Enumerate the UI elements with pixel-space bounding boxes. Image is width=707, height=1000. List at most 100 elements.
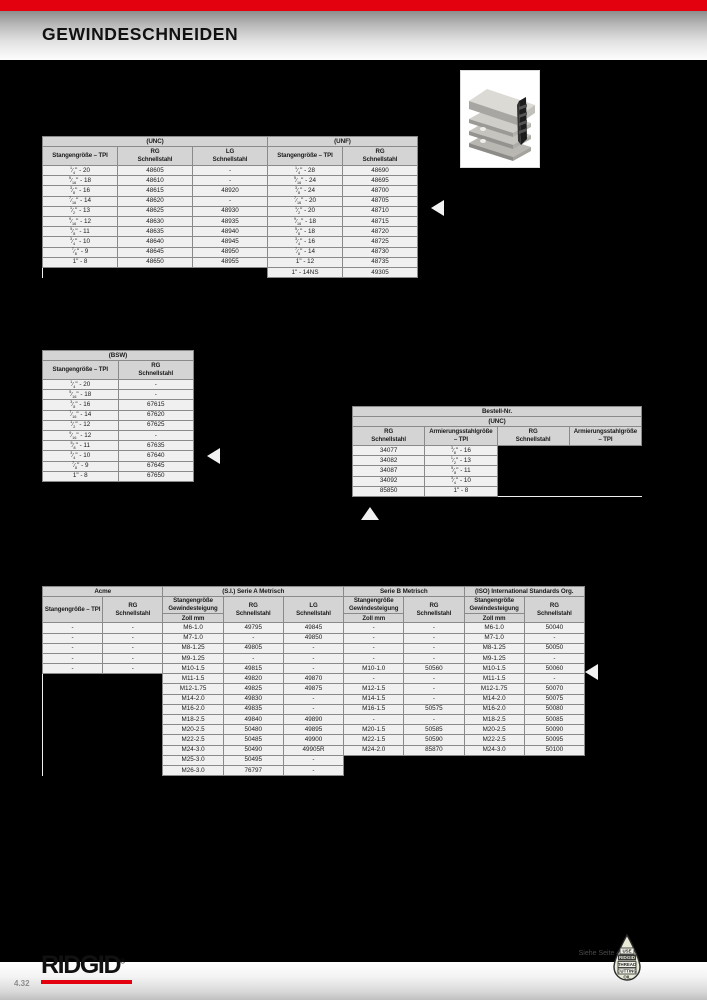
table-cell-empty [569,465,642,477]
table-cell: 48605 [117,164,193,177]
table-cell: 50490 [222,744,284,756]
table-cell: - [403,693,465,705]
svg-text:THREAD: THREAD [618,962,636,967]
table-cell: M12-1.75 [463,683,525,695]
table-row: - - M9-1.25- - - - M9-1.25- [41,652,586,665]
table-cell: - [192,164,268,177]
table-metric-standards: Acme (S.I.) Serie A Metrisch Serie B Met… [41,586,586,777]
table-cell: - [403,652,465,665]
table-cell-empty [524,755,585,766]
table-row: 3⁄8" - 16 48615 48920 3⁄8" - 24 48700 [42,185,418,197]
table-row: 5⁄16" - 18- [42,389,194,401]
table-cell: 48710 [342,205,418,217]
col-unc-lg: LG Schnellstahl [192,146,268,166]
table-column-header-row: RG Schnellstahl Armierungsstahlgröße – TPI… [351,426,643,446]
table-cell: - [403,632,465,644]
table-cell: 50100 [523,744,586,756]
table-cell: 5⁄16" - 18 [42,389,119,401]
table-cell: - [117,429,194,442]
table-cell: 49905R [282,744,345,756]
col-rg-2: RG Schnellstahl [496,426,570,446]
table-body: 1⁄4" - 20-5⁄16" - 18-3⁄8" - 16 67615 7⁄16"… [42,378,194,482]
table-cell: M24-2.0 [343,744,405,756]
table-cell: 5⁄8" - 11 [424,465,498,477]
table-cell: 49900 [282,734,345,746]
table-cell-empty [42,755,103,766]
table-row: M20-2.5 50480 49895 M20-1.5 50585 M20-2.5 5009… [42,724,586,736]
table-cell: 7⁄8" - 9 [42,246,118,258]
table-cell: 49795 [222,622,284,634]
table-cell: 3⁄4" - 10 [42,450,119,462]
table-cell: - [343,673,405,685]
col-iso-rg: RG Schnellstahl [523,595,586,624]
table-row: M16-2.0 49835- M16-1.5 50575 M16-2.0 50080 [42,703,586,716]
table-cell: 49305 [342,266,418,279]
table-group-header-row: (BSW) [42,350,194,361]
table-cell: 34082 [351,455,426,467]
table-cell: M6-1.0 [162,622,224,634]
table-group-header-row: (UNC) [352,416,642,427]
col-unc-size: Stangengröße – TPI [42,146,118,166]
table-row: 7⁄16" - 14 48620-7⁄16" - 20 48705 [42,195,418,207]
table-row: 1⁄4" - 20 48605-1⁄4" - 28 48690 [42,164,418,177]
table-cell: - [222,652,284,665]
table-cell: 3⁄8" - 24 [267,185,343,197]
table-cell-empty [117,267,193,278]
table-cell-empty [343,765,404,776]
svg-text:OIL: OIL [623,975,631,980]
table-cell-empty [464,755,525,766]
table-cell: - [403,673,465,685]
table-unc-unf: (UNC) (UNF) Stangengröße – TPI RG Schnell… [42,136,418,279]
table-cell: - [343,622,405,634]
col-armier-2: Armierungsstahlgröße – TPI [568,426,643,446]
table-cell: M9-1.25 [162,652,224,665]
table-row: M25-3.0 50495- [42,754,585,766]
table-cell-empty [497,465,570,477]
table-cell: M20-2.5 [162,724,224,736]
col-armier-1: Armierungsstahlgröße – TPI [424,426,498,446]
table-row: 7⁄8" - 9 48645 48950 7⁄8" - 14 48730 [42,246,418,258]
table-row: 1⁄4" - 20- [42,378,194,391]
table-cell: 49845 [282,622,345,634]
table-cell: - [192,175,268,187]
table-cell: 5⁄16" - 24 [267,175,343,187]
table-cell: 50590 [403,734,465,746]
table-cell: - [282,754,345,766]
table-cell: - [523,652,586,665]
registered-mark: ® [120,958,126,966]
table-row: M11-1.5 49820 49870- - M11-1.5- [42,673,586,685]
ridgid-logo: RIDGID® [41,953,132,984]
table-cell: 1⁄2" - 13 [424,455,498,467]
bestell-title: Bestell-Nr. [352,406,642,417]
table-row: 3⁄4" - 10 67640 [42,450,194,462]
table-cell: 1" - 14NS [267,266,343,279]
table-cell: 67650 [117,470,194,482]
pointer-arrow-left-icon [585,664,598,680]
table-cell: - [41,622,104,634]
table-row: - - M7-1.0-49850- - M7-1.0- [41,632,586,644]
table-cell: - [102,642,164,654]
table-cell-empty [403,755,465,766]
table-cell: 50090 [523,724,586,736]
table-row: - - M10-1.5 49815- M10-1.0 50560 M10-1.5 50060 [41,663,586,675]
table-cell: 49815 [222,663,284,675]
table-cell: M7-1.0 [162,632,224,644]
table-cell: M20-1.5 [343,724,405,736]
table-cell: 48935 [192,215,268,228]
header-divider [0,60,707,65]
table-cell: 48690 [342,164,418,177]
table-cell: - [343,642,405,654]
table-group-header-row: Acme (S.I.) Serie A Metrisch Serie B Met… [41,586,586,597]
table-cell: 50085 [523,714,586,726]
table-cell: 1⁄2" - 12 [42,419,119,431]
table-row: M26-3.0 76797- [42,764,585,777]
col-unc-rg: RG Schnellstahl [117,146,193,166]
table-cell: - [282,693,345,705]
table-cell: 49805 [222,642,284,654]
table-cell-empty [102,714,163,725]
table-cell: - [41,652,104,665]
table-row: 9⁄16" - 12 48630 48935 9⁄16" - 18 48715 [42,215,418,228]
table-cell: 1⁄4" - 28 [267,164,343,177]
table-cell: - [403,714,465,726]
table-cell: - [343,632,405,644]
